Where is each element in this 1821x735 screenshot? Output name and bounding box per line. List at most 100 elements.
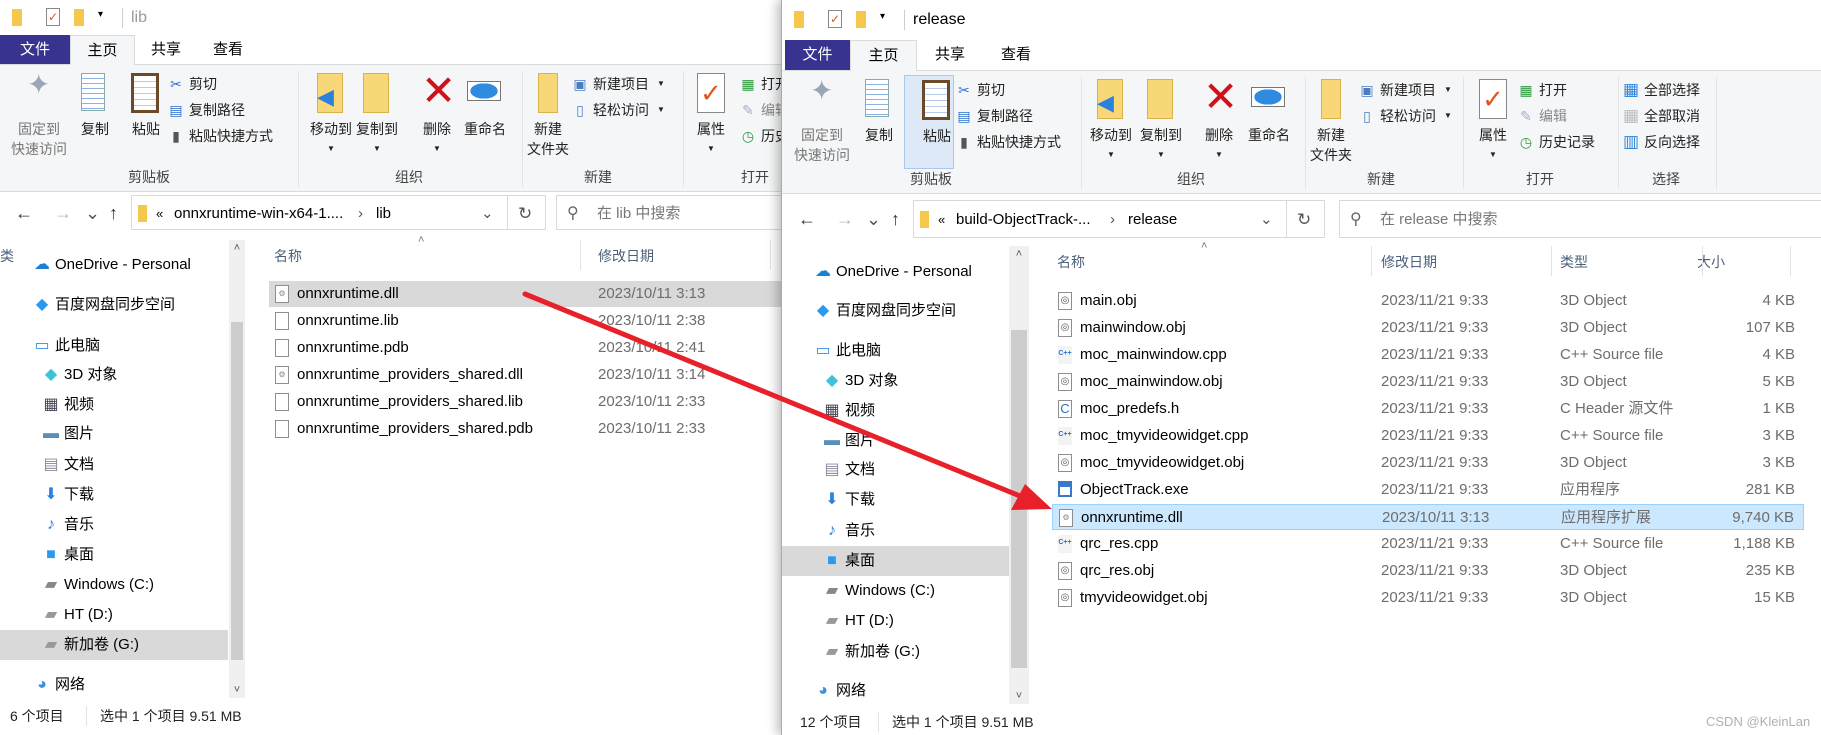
tab-file[interactable]: 文件 [785, 40, 850, 70]
breadcrumb-overflow[interactable]: « [156, 204, 163, 224]
nav-item-11[interactable]: ▰ HT (D:) [782, 606, 1009, 636]
file-row[interactable]: C++ moc_tmyvideowidget.cpp 2023/11/21 9:33… [1052, 423, 1804, 449]
breadcrumb-parent[interactable]: build-ObjectTrack-... [956, 210, 1090, 230]
nav-item-8[interactable]: ♪ 音乐 [782, 516, 1009, 546]
properties-button[interactable]: ✓ 属性 ▼ [1461, 75, 1525, 169]
column-header-type[interactable]: 类型 [1560, 252, 1588, 272]
nav-item-1[interactable]: ◆ 百度网盘同步空间 [0, 290, 228, 320]
new-folder-icon [538, 73, 558, 113]
address-bar[interactable]: « build-ObjectTrack-... › release ⌄ ↻ [913, 200, 1325, 238]
file-row[interactable]: C++ qrc_res.cpp 2023/11/21 9:33 C++ Source … [1052, 531, 1804, 557]
tab-view[interactable]: 查看 [983, 40, 1049, 70]
file-row[interactable]: ◎ main.obj 2023/11/21 9:33 3D Object 4 KB [1052, 288, 1804, 314]
tab-home[interactable]: 主页 [850, 40, 917, 71]
nav-item-13[interactable]: ◕ 网络 [782, 676, 1009, 706]
nav-item-9[interactable]: ■ 桌面 [0, 540, 228, 570]
file-row[interactable]: onnxruntime.lib 2023/10/11 2:38 [269, 308, 781, 334]
refresh-icon[interactable]: ↻ [518, 204, 532, 224]
tab-file[interactable]: 文件 [0, 35, 70, 64]
nav-scrollbar[interactable]: ˄ ˅ [1009, 246, 1029, 704]
forward-button[interactable]: → [54, 203, 72, 224]
pin-to-quick-access-button[interactable]: ✦ 固定到 快速访问 [790, 75, 854, 169]
tab-share[interactable]: 共享 [135, 35, 197, 64]
nav-item-2[interactable]: ▭ 此电脑 [0, 331, 228, 361]
nav-item-12[interactable]: ▰ 新加卷 (G:) [782, 637, 1009, 667]
scrollbar-thumb[interactable] [231, 322, 243, 660]
back-button[interactable]: ← [798, 209, 816, 230]
column-header-name[interactable]: 名称 [274, 246, 302, 266]
copy-to-button[interactable]: 复制到 ▼ [1129, 75, 1193, 169]
nav-item-5[interactable]: ▬ 图片 [0, 419, 228, 449]
tab-share[interactable]: 共享 [917, 40, 983, 70]
paste-shortcut-button-label: 粘贴快捷方式 [189, 128, 273, 144]
nav-item-6[interactable]: ▤ 文档 [0, 450, 228, 480]
nav-item-6[interactable]: ▤ 文档 [782, 455, 1009, 485]
column-header-type[interactable]: 类 [0, 246, 14, 266]
breadcrumb-current[interactable]: lib [376, 204, 391, 224]
file-row[interactable]: ⚙ onnxruntime.dll 2023/10/11 3:13 应用程序扩展 9,7… [1052, 504, 1804, 530]
file-row[interactable]: onnxruntime_providers_shared.lib 2023/10/… [269, 389, 781, 415]
properties-button[interactable]: ✓ 属性 ▼ [679, 69, 743, 167]
nav-item-12[interactable]: ▰ 新加卷 (G:) [0, 630, 228, 660]
nav-item-4[interactable]: ▦ 视频 [782, 396, 1009, 426]
search-box[interactable]: ⚲ 在 release 中搜索 [1339, 200, 1821, 238]
breadcrumb-overflow[interactable]: « [938, 210, 945, 230]
pin-to-quick-access-button[interactable]: ✦ 固定到 快速访问 [7, 69, 71, 167]
file-row[interactable]: ◎ moc_tmyvideowidget.obj 2023/11/21 9:33 3D… [1052, 450, 1804, 476]
file-row[interactable]: C++ moc_mainwindow.cpp 2023/11/21 9:33 C++ … [1052, 342, 1804, 368]
file-row[interactable]: ◎ moc_mainwindow.obj 2023/11/21 9:33 3D Obj… [1052, 369, 1804, 395]
nav-item-0[interactable]: ☁ OneDrive - Personal [0, 250, 228, 280]
file-row[interactable]: ObjectTrack.exe 2023/11/21 9:33 应用程序 281 KB [1052, 477, 1804, 503]
tab-home[interactable]: 主页 [70, 35, 135, 65]
nav-item-4[interactable]: ▦ 视频 [0, 390, 228, 420]
paste-button[interactable]: 粘贴 [904, 75, 954, 169]
file-row[interactable]: ⚙ onnxruntime_providers_shared.dll 2023/10… [269, 362, 781, 388]
address-dropdown-icon[interactable]: ⌄ [481, 204, 494, 224]
address-dropdown-icon[interactable]: ⌄ [1260, 210, 1273, 230]
file-row[interactable]: onnxruntime_providers_shared.pdb 2023/10/… [269, 416, 781, 442]
nav-item-9[interactable]: ■ 桌面 [782, 546, 1009, 576]
tab-view[interactable]: 查看 [197, 35, 259, 64]
nav-scrollbar[interactable]: ˄ ˅ [229, 240, 245, 698]
new-folder-button[interactable]: 新建 文件夹 [1299, 75, 1363, 169]
breadcrumb-parent[interactable]: onnxruntime-win-x64-1.... [174, 204, 343, 224]
address-bar[interactable]: « onnxruntime-win-x64-1.... › lib ⌄ ↻ [131, 195, 546, 230]
nav-item-1[interactable]: ◆ 百度网盘同步空间 [782, 296, 1009, 326]
column-header-name[interactable]: 名称 [1057, 252, 1085, 272]
nav-item-0[interactable]: ☁ OneDrive - Personal [782, 257, 1009, 287]
nav-item-7[interactable]: ⬇ 下载 [0, 480, 228, 510]
up-button[interactable]: ↑ [109, 203, 118, 224]
rename-button[interactable]: 重命名 [1237, 75, 1301, 169]
forward-button[interactable]: → [836, 209, 854, 230]
rename-button[interactable]: 重命名 [453, 69, 517, 167]
file-row[interactable]: ◎ tmyvideowidget.obj 2023/11/21 9:33 3D Obj… [1052, 585, 1804, 611]
nav-item-5[interactable]: ▬ 图片 [782, 426, 1009, 456]
search-box[interactable]: ⚲ 在 lib 中搜索 [556, 195, 781, 230]
nav-item-3[interactable]: ◆ 3D 对象 [782, 366, 1009, 396]
nav-item-3[interactable]: ◆ 3D 对象 [0, 360, 228, 390]
nav-item-7[interactable]: ⬇ 下载 [782, 485, 1009, 515]
nav-item-13[interactable]: ◕ 网络 [0, 670, 228, 700]
nav-item-10[interactable]: ▰ Windows (C:) [0, 570, 228, 600]
column-header-date[interactable]: 修改日期 [598, 246, 654, 266]
nav-item-2[interactable]: ▭ 此电脑 [782, 336, 1009, 366]
recent-locations-button[interactable]: ⌄ [866, 209, 881, 230]
up-button[interactable]: ↑ [891, 209, 900, 230]
file-row[interactable]: ◎ qrc_res.obj 2023/11/21 9:33 3D Object 235 … [1052, 558, 1804, 584]
column-header-date[interactable]: 修改日期 [1381, 252, 1437, 272]
nav-item-11[interactable]: ▰ HT (D:) [0, 600, 228, 630]
refresh-icon[interactable]: ↻ [1297, 210, 1311, 230]
right-explorer-window: ✓ ▾ release 文件 主页 共享 查看 ✦ 固定到 快速访问 复制 粘贴 ✂ 剪切 ▤ 复制路径 ▮ 粘贴… [781, 0, 1821, 735]
scrollbar-thumb[interactable] [1011, 330, 1027, 668]
nav-item-10[interactable]: ▰ Windows (C:) [782, 576, 1009, 606]
breadcrumb-current[interactable]: release [1128, 210, 1177, 230]
file-row[interactable]: ⚙ onnxruntime.dll 2023/10/11 3:13 [269, 281, 781, 307]
file-row[interactable]: onnxruntime.pdb 2023/10/11 2:41 [269, 335, 781, 361]
nav-item-8[interactable]: ♪ 音乐 [0, 510, 228, 540]
recent-locations-button[interactable]: ⌄ [85, 203, 100, 224]
file-row[interactable]: ◎ mainwindow.obj 2023/11/21 9:33 3D Object 1… [1052, 315, 1804, 341]
copy-button[interactable]: 复制 [847, 75, 911, 169]
file-row[interactable]: Cmoc_predefs.h 2023/11/21 9:33 C Header 源文… [1052, 396, 1804, 422]
back-button[interactable]: ← [15, 203, 33, 224]
copy-to-button[interactable]: 复制到 ▼ [345, 69, 409, 167]
